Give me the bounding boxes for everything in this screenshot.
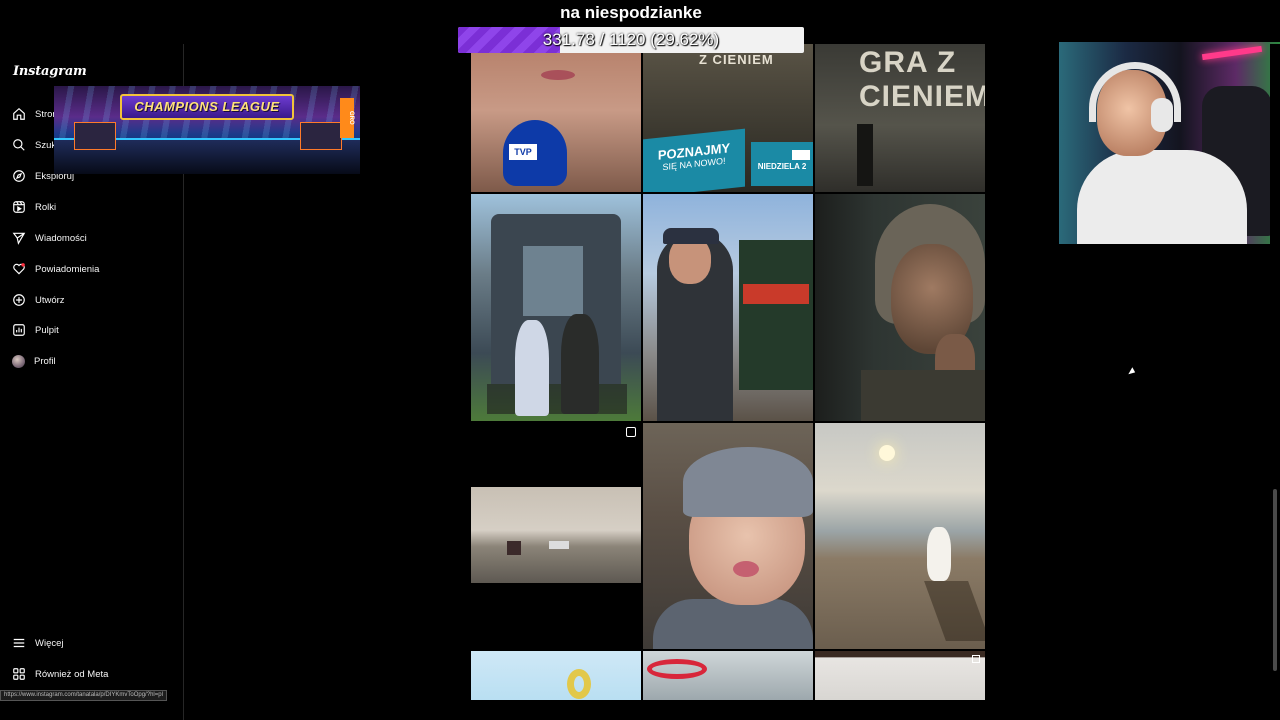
donation-goal-text: 331.78 / 1120 (29.62%) [542, 30, 720, 49]
shadow [924, 581, 985, 641]
banner-pc [74, 122, 116, 150]
car [549, 541, 569, 549]
send-icon [12, 232, 26, 245]
sidebar-item-notifications[interactable]: Powiadomienia [12, 257, 99, 281]
banner-tag: GRO [340, 98, 354, 138]
banner-pc [300, 122, 342, 150]
scroll-thumb[interactable] [1273, 489, 1277, 671]
poster-title: GRA Z CIENIEM [859, 46, 985, 113]
search-icon [13, 139, 25, 151]
post-tile[interactable] [643, 651, 813, 700]
menu-icon [13, 638, 25, 648]
sidebar-item-label: Więcej [35, 637, 64, 649]
sidebar-item-label: Rolki [35, 201, 57, 213]
multi-post-icon [972, 655, 980, 663]
sidebar-item-label: Powiadomienia [35, 263, 100, 275]
plus-square-icon [13, 294, 25, 306]
donation-goal-title: na niespodzianke [560, 3, 702, 22]
donation-goal-bar: 331.78 / 1120 (29.62%) [458, 27, 804, 53]
webcam-overlay [1059, 42, 1280, 244]
sidebar-item-create[interactable]: Utwórz [12, 288, 65, 312]
sidebar-item-label: Utwórz [35, 294, 65, 306]
post-tile[interactable] [471, 651, 641, 700]
stream-banner: CHAMPIONS LEAGUE GRO [54, 86, 360, 174]
heart-icon [13, 263, 25, 275]
child [927, 527, 951, 581]
scrollbar[interactable] [1270, 44, 1280, 700]
seated-man [561, 314, 599, 414]
ribbon [647, 659, 707, 679]
people [507, 541, 521, 555]
mouth [541, 70, 575, 80]
sidebar-item-dashboard[interactable]: Pulpit [12, 318, 59, 342]
flat-cap [663, 228, 719, 244]
sidebar-item-more[interactable]: Więcej [12, 631, 64, 655]
sidebar-item-reels[interactable]: Rolki [12, 195, 56, 219]
air-date: NIEDZIELA 2 [751, 142, 813, 186]
banner-title: CHAMPIONS LEAGUE [120, 94, 294, 120]
seated-woman [515, 320, 549, 416]
sidebar-item-label: Pulpit [35, 324, 59, 336]
poster-title: Z CIENIEM [699, 52, 774, 67]
post-tile[interactable] [815, 651, 985, 700]
post-tile[interactable] [815, 194, 985, 421]
locomotive [739, 240, 813, 390]
sweater [653, 599, 813, 649]
tvp-logo: TVP [509, 144, 537, 160]
promo-banner: POZNAJMY SIĘ NA NOWO! [643, 128, 745, 192]
post-grid: TVP Z CIENIEM POZNAJMY SIĘ NA NOWO! NIED… [471, 44, 985, 700]
sidebar-item-profile[interactable]: Profil [12, 349, 56, 373]
locomotive-stripe [743, 284, 809, 304]
led-strip [1201, 45, 1263, 61]
silhouette [857, 124, 873, 186]
instagram-logo[interactable]: Instagram [13, 64, 87, 79]
post-tile[interactable] [815, 423, 985, 649]
post-tile[interactable] [471, 194, 641, 421]
sidebar-item-label: Wiadomości [35, 232, 87, 244]
sidebar-item-label: Również od Meta [35, 668, 109, 680]
tvp-logo [792, 150, 810, 160]
sidebar-item-also-from-meta[interactable]: Również od Meta [12, 662, 108, 686]
sun [879, 445, 895, 461]
coat [861, 370, 985, 421]
reels-icon [13, 201, 25, 213]
sidebar-item-messages[interactable]: Wiadomości [12, 226, 87, 250]
post-tile[interactable] [471, 423, 641, 649]
compass-icon [13, 170, 25, 182]
shirt [1077, 150, 1247, 244]
status-bar-url: https://www.instagram.com/tanatala/p/DIY… [0, 690, 167, 701]
dashboard-icon [13, 324, 25, 336]
beach-photo [471, 487, 641, 583]
post-tile[interactable] [643, 194, 813, 421]
mouse-cursor-icon [1128, 367, 1137, 377]
meta-icon [13, 668, 25, 680]
post-tile[interactable]: Z CIENIEM POZNAJMY SIĘ NA NOWO! NIEDZIEL… [643, 44, 813, 192]
beanie [683, 447, 813, 517]
avatar [12, 354, 25, 368]
post-tile[interactable]: GRA Z CIENIEM [815, 44, 985, 192]
reel-icon [626, 427, 636, 437]
train-door [523, 246, 583, 316]
lips [733, 561, 759, 577]
sidebar-item-label: Profil [34, 355, 56, 367]
post-tile[interactable] [643, 423, 813, 649]
post-tile[interactable]: TVP [471, 44, 641, 192]
director-chairs [487, 384, 627, 414]
headset-earcup [1151, 98, 1173, 132]
balloon [567, 669, 591, 699]
home-icon [13, 107, 25, 120]
